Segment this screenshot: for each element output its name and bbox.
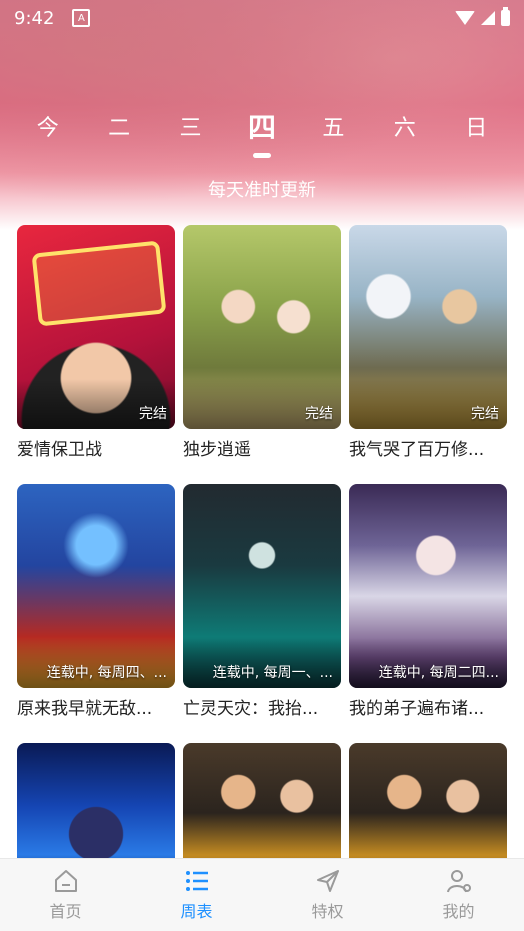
day-tab-tuesday[interactable]: 二: [99, 110, 139, 150]
day-tab-sunday[interactable]: 日: [456, 110, 496, 150]
show-card[interactable]: 连载中, 每周四、... 原来我早就无敌...: [17, 484, 175, 719]
user-icon: [446, 870, 471, 893]
tab-privilege-label: 特权: [311, 902, 344, 921]
status-badge: 连载中, 每周四、...: [46, 665, 167, 681]
tab-schedule[interactable]: 周表: [131, 859, 262, 931]
show-cover[interactable]: 完结: [17, 225, 175, 429]
day-tab-friday[interactable]: 五: [313, 110, 353, 150]
show-card[interactable]: 完结 爱情保卫战: [17, 225, 175, 460]
show-title[interactable]: 亡灵天灾：我抬...: [183, 694, 341, 719]
notification-icon: A: [72, 9, 91, 27]
signal-icon: [481, 11, 495, 25]
home-icon: [54, 870, 77, 892]
day-tab-today[interactable]: 今: [28, 110, 68, 150]
status-badge: 完结: [305, 406, 333, 422]
bottom-tab-bar: 首页 周表 特权 我的: [0, 858, 524, 931]
tab-privilege[interactable]: 特权: [262, 859, 393, 931]
tab-home-label: 首页: [49, 902, 82, 921]
show-cover[interactable]: 连载中, 每周一、...: [183, 484, 341, 688]
day-tab-saturday[interactable]: 六: [385, 110, 425, 150]
show-title[interactable]: 我气哭了百万修...: [349, 435, 507, 460]
wifi-icon: [455, 11, 475, 25]
weekday-tabs: 今 二 三 四 五 六 日: [0, 110, 524, 150]
show-cover[interactable]: 完结: [349, 225, 507, 429]
day-tab-wednesday[interactable]: 三: [171, 110, 211, 150]
list-icon: [185, 871, 208, 891]
schedule-subtitle: 每天准时更新: [208, 180, 316, 201]
status-badge: 完结: [139, 406, 167, 422]
show-cover[interactable]: 连载中, 每周二四...: [349, 484, 507, 688]
show-card[interactable]: 完结 我气哭了百万修...: [349, 225, 507, 460]
status-time: 9:42: [14, 7, 55, 29]
show-title[interactable]: 爱情保卫战: [17, 435, 175, 460]
show-cover[interactable]: 完结: [183, 225, 341, 429]
send-icon: [316, 870, 339, 892]
show-card[interactable]: 完结 独步逍遥: [183, 225, 341, 460]
status-badge: 完结: [471, 406, 499, 422]
status-bar: 9:42 A: [0, 0, 524, 36]
tab-schedule-label: 周表: [180, 902, 213, 921]
show-grid: 完结 爱情保卫战 完结 独步逍遥 完结 我气哭了百万修... 连载中, 每周四、…: [17, 225, 509, 883]
show-card[interactable]: 连载中, 每周一、... 亡灵天灾：我抬...: [183, 484, 341, 719]
status-badge: 连载中, 每周二四...: [378, 665, 499, 681]
tab-profile[interactable]: 我的: [393, 859, 524, 931]
tab-profile-label: 我的: [442, 902, 475, 921]
battery-icon: [501, 7, 510, 26]
status-badge: 连载中, 每周一、...: [212, 665, 333, 681]
show-card[interactable]: 连载中, 每周二四... 我的弟子遍布诸...: [349, 484, 507, 719]
show-cover[interactable]: 连载中, 每周四、...: [17, 484, 175, 688]
day-tab-thursday[interactable]: 四: [242, 106, 282, 146]
show-title[interactable]: 我的弟子遍布诸...: [349, 694, 507, 719]
show-title[interactable]: 原来我早就无敌...: [17, 694, 175, 719]
show-title[interactable]: 独步逍遥: [183, 435, 341, 460]
show-logo: [31, 240, 167, 327]
tab-home[interactable]: 首页: [0, 859, 131, 931]
